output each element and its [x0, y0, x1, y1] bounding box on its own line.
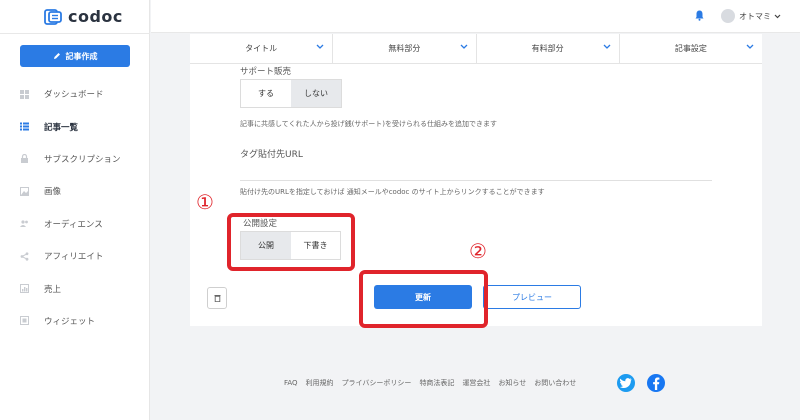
facebook-icon[interactable] [647, 374, 665, 392]
annotation-number-2: ② [469, 239, 487, 263]
annotation-box-1 [227, 213, 355, 271]
bell-icon[interactable] [695, 10, 704, 24]
tab-free-part[interactable]: 無料部分 [333, 34, 477, 63]
top-bar: オトマミ [151, 0, 800, 33]
sidebar-item-label: 画像 [44, 187, 62, 198]
sidebar-item-sales[interactable]: 売上 [0, 272, 150, 304]
image-icon [20, 186, 29, 196]
trash-icon [214, 295, 220, 302]
pencil-icon [53, 53, 60, 59]
sidebar-divider [0, 33, 150, 34]
user-menu[interactable]: オトマミ [739, 11, 781, 22]
create-article-label: 記事作成 [65, 51, 98, 61]
footer-link-privacy[interactable]: プライバシーポリシー [342, 378, 412, 388]
user-name: オトマミ [739, 12, 771, 21]
share-icon [20, 252, 29, 261]
footer-link-company[interactable]: 運営会社 [462, 378, 490, 388]
sidebar-item-label: オーディエンス [44, 219, 103, 230]
footer-links: FAQ 利用規約 プライバシーポリシー 特商法表記 運営会社 お知らせ お問い合… [284, 378, 576, 388]
sidebar-item-audience[interactable]: オーディエンス [0, 208, 150, 240]
sidebar-item-widget[interactable]: ウィジェット [0, 305, 150, 337]
annotation-box-2 [359, 270, 488, 328]
sidebar-nav: ダッシュボード 記事一覧 サブスクリプション 画像 オーディエンス アフィリエイ… [0, 78, 150, 337]
sidebar-item-label: 記事一覧 [44, 122, 79, 133]
avatar[interactable] [721, 9, 735, 23]
sidebar-item-dashboard[interactable]: ダッシュボード [0, 78, 150, 110]
footer-link-faq[interactable]: FAQ [284, 379, 298, 387]
chevron-down-icon [774, 14, 780, 19]
delete-button[interactable] [207, 287, 227, 309]
tag-url-help: 貼付け先のURLを指定しておけば 通知メールやcodoc のサイト上からリンクす… [240, 188, 545, 196]
annotation-number-1: ① [196, 190, 214, 214]
support-sales-label: サポート販売 [240, 67, 292, 77]
support-sales-toggle: する しない [240, 79, 342, 108]
twitter-icon[interactable] [617, 374, 635, 392]
sidebar-item-subscription[interactable]: サブスクリプション [0, 143, 150, 175]
sales-icon [20, 284, 29, 294]
audience-icon [20, 220, 28, 228]
create-article-button[interactable]: 記事作成 [20, 45, 130, 67]
tab-label: タイトル [245, 44, 278, 53]
support-on-option[interactable]: する [241, 80, 291, 107]
sidebar-item-images[interactable]: 画像 [0, 175, 150, 207]
tab-label: 有料部分 [531, 44, 564, 53]
lock-icon [21, 154, 28, 164]
support-off-option[interactable]: しない [291, 80, 341, 107]
sidebar-item-label: サブスクリプション [44, 154, 121, 165]
footer-link-contact[interactable]: お問い合わせ [534, 378, 576, 388]
sidebar-item-articles[interactable]: 記事一覧 [0, 110, 150, 142]
tag-url-input[interactable] [240, 180, 712, 181]
logo-text: codoc [68, 7, 123, 26]
dashboard-icon [20, 89, 29, 99]
sidebar: codoc 記事作成 ダッシュボード 記事一覧 サブスクリプション 画像 オーデ… [0, 0, 150, 420]
chevron-down-icon [316, 44, 324, 49]
tab-label: 無料部分 [388, 44, 421, 53]
support-sales-help: 記事に共感してくれた人から投げ銭(サポート)を受けられる仕組みを追加できます [240, 120, 498, 128]
list-icon [20, 122, 29, 131]
footer-link-commerce-law[interactable]: 特商法表記 [419, 378, 454, 388]
tag-url-label: タグ貼付先URL [240, 150, 303, 160]
chevron-down-icon [603, 44, 611, 49]
sidebar-item-label: アフィリエイト [44, 252, 104, 263]
sidebar-item-label: ダッシュボード [44, 90, 104, 101]
footer-link-terms[interactable]: 利用規約 [306, 378, 334, 388]
codoc-logo-icon [44, 8, 62, 25]
footer-link-news[interactable]: お知らせ [498, 378, 526, 388]
sidebar-item-label: 売上 [44, 284, 62, 295]
preview-button[interactable]: プレビュー [483, 285, 581, 309]
widget-icon [20, 316, 29, 326]
sidebar-item-label: ウィジェット [44, 316, 96, 327]
chevron-down-icon [746, 44, 754, 49]
logo[interactable]: codoc [44, 7, 123, 26]
tab-title[interactable]: タイトル [190, 34, 334, 63]
chevron-down-icon [460, 44, 467, 49]
tab-label: 記事設定 [674, 44, 707, 53]
editor-tabs: タイトル 無料部分 有料部分 記事設定 [190, 34, 762, 64]
sidebar-item-affiliate[interactable]: アフィリエイト [0, 240, 150, 272]
tab-article-settings[interactable]: 記事設定 [620, 34, 762, 63]
tab-paid-part[interactable]: 有料部分 [477, 34, 620, 63]
